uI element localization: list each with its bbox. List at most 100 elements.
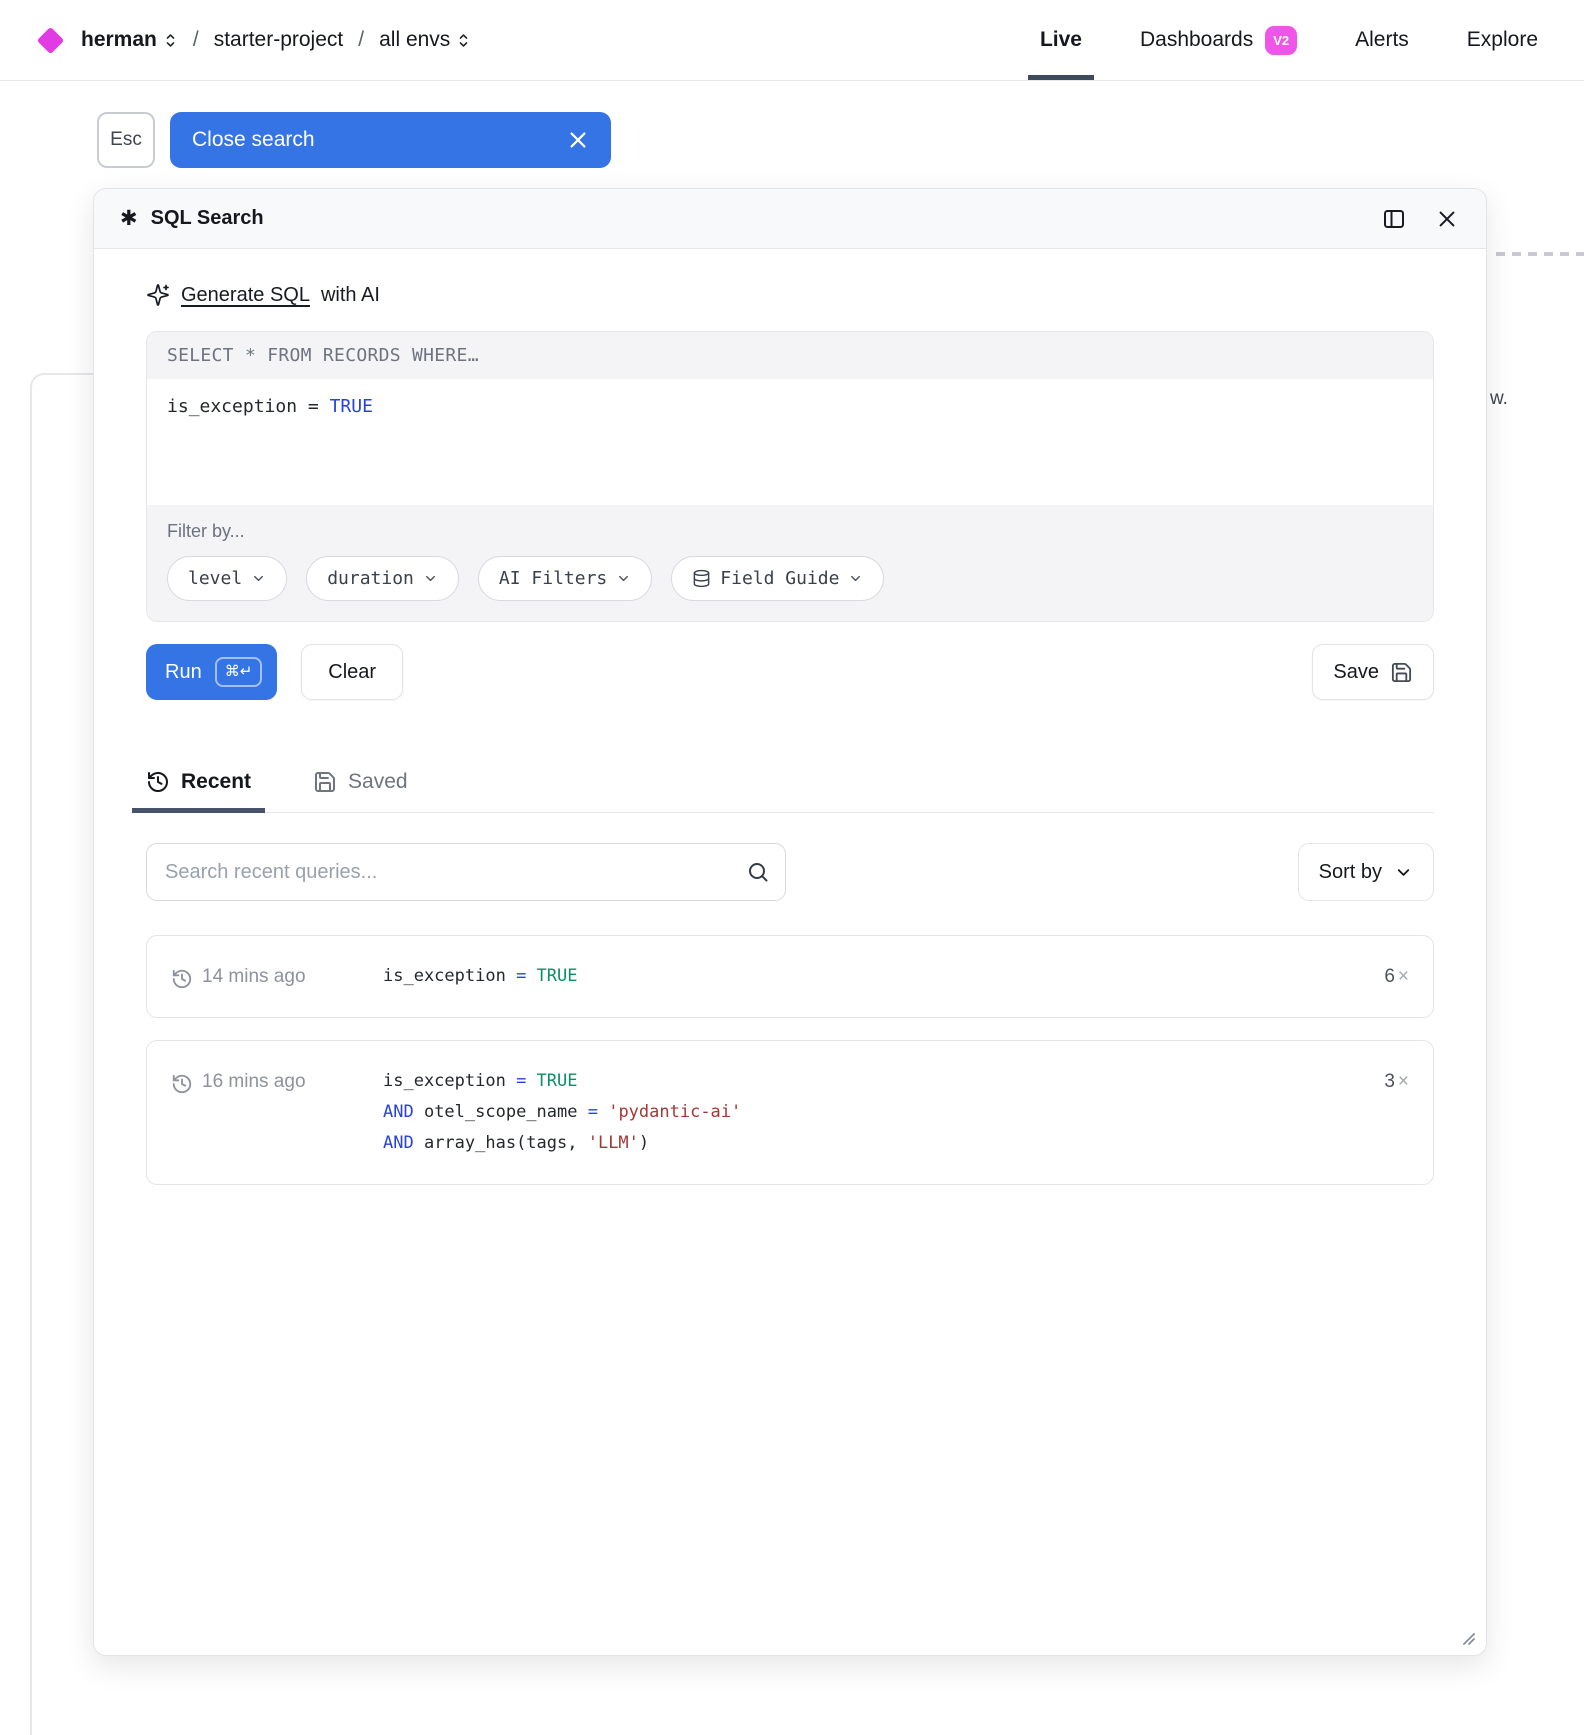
nav-item-explore[interactable]: Explore	[1467, 0, 1538, 80]
history-icon	[171, 1073, 193, 1095]
tab-label: Saved	[348, 770, 408, 794]
history-icon	[146, 770, 170, 794]
project-link[interactable]: starter-project	[214, 28, 344, 52]
filter-section: Filter by... level duration AI Filters	[147, 505, 1433, 621]
chevron-down-icon	[1394, 863, 1413, 882]
generate-sql-row: Generate SQL with AI	[146, 283, 1434, 307]
nav-item-alerts[interactable]: Alerts	[1355, 0, 1409, 80]
resize-handle[interactable]	[1458, 1628, 1476, 1646]
org-name: herman	[81, 28, 157, 52]
chevron-down-icon	[616, 571, 631, 586]
recent-query-list: 14 mins ago is_exception = TRUE 6× 16 mins …	[146, 935, 1434, 1185]
panel-left-icon	[1382, 207, 1406, 231]
project-name: starter-project	[214, 28, 344, 52]
pill-label: Field Guide	[720, 568, 839, 589]
filter-pills: level duration AI Filters Field Guide	[167, 556, 1413, 601]
close-icon	[567, 129, 589, 151]
modal-header: ✱ SQL Search	[94, 189, 1486, 249]
query-timestamp: 16 mins ago	[202, 1066, 306, 1097]
env-selector[interactable]: all envs	[379, 28, 471, 52]
modal-title: SQL Search	[151, 207, 264, 230]
nav-item-label: Dashboards	[1140, 28, 1253, 52]
clear-label: Clear	[328, 661, 376, 684]
close-modal-button[interactable]	[1434, 206, 1460, 232]
query-meta: 14 mins ago	[171, 961, 383, 992]
nav-item-label: Alerts	[1355, 28, 1409, 52]
save-icon	[1390, 661, 1413, 684]
sql-search-icon: ✱	[120, 208, 138, 229]
background-dashed-line	[1496, 252, 1584, 256]
query-sql: is_exception = TRUEAND otel_scope_name =…	[383, 1066, 741, 1159]
pill-label: duration	[327, 568, 414, 589]
sort-by-button[interactable]: Sort by	[1298, 843, 1434, 901]
times-glyph: ×	[1398, 1066, 1409, 1097]
recent-query-card[interactable]: 14 mins ago is_exception = TRUE 6×	[146, 935, 1434, 1018]
nav-item-label: Explore	[1467, 28, 1538, 52]
dock-panel-button[interactable]	[1380, 205, 1408, 233]
modal-body: Generate SQL with AI SELECT * FROM RECOR…	[94, 283, 1486, 1185]
save-icon	[313, 770, 337, 794]
generate-sql-link[interactable]: Generate SQL	[181, 284, 310, 307]
close-search-button[interactable]: Close search	[170, 112, 611, 168]
generate-sql-suffix: with AI	[321, 284, 380, 307]
chevron-down-icon	[423, 571, 438, 586]
top-navbar: herman / starter-project / all envs Live…	[0, 0, 1584, 81]
filter-pill-field-guide[interactable]: Field Guide	[671, 556, 884, 601]
chevron-up-down-icon	[163, 32, 178, 49]
sparkles-icon	[146, 283, 170, 307]
close-search-banner: Esc Close search	[97, 112, 611, 168]
query-run-count: 3×	[1384, 1066, 1409, 1097]
query-sql: is_exception = TRUE	[383, 961, 578, 992]
filter-pill-ai-filters[interactable]: AI Filters	[478, 556, 652, 601]
history-tabs: Recent Saved	[146, 770, 1434, 813]
search-recent-queries-input[interactable]	[146, 843, 786, 901]
primary-nav: Live Dashboards V2 Alerts Explore	[1040, 0, 1538, 80]
cmd-enter-shortcut: ⌘↵	[215, 657, 263, 687]
history-icon	[171, 964, 193, 990]
recent-query-card[interactable]: 16 mins ago is_exception = TRUEAND otel_s…	[146, 1040, 1434, 1185]
query-run-count-number: 3	[1384, 1066, 1395, 1097]
close-icon	[1436, 208, 1458, 230]
save-label: Save	[1333, 661, 1379, 684]
tab-saved[interactable]: Saved	[313, 770, 408, 812]
sql-search-modal: ✱ SQL Search Generate SQL with AI SELECT…	[93, 188, 1487, 1656]
breadcrumb-separator: /	[358, 28, 364, 52]
run-button[interactable]: Run ⌘↵	[146, 644, 277, 700]
query-run-count: 6×	[1384, 961, 1409, 992]
query-meta: 16 mins ago	[171, 1066, 383, 1097]
times-glyph: ×	[1398, 961, 1409, 992]
env-name: all envs	[379, 28, 450, 52]
chevron-up-down-icon	[456, 32, 471, 49]
breadcrumb: herman / starter-project / all envs	[36, 28, 471, 52]
nav-item-label: Live	[1040, 28, 1082, 52]
pill-label: AI Filters	[499, 568, 607, 589]
chevron-down-icon	[251, 571, 266, 586]
sql-editor-input[interactable]: is_exception = TRUE	[147, 379, 1433, 505]
tab-label: Recent	[181, 770, 251, 794]
logfire-logo[interactable]	[37, 26, 64, 53]
v2-badge: V2	[1265, 26, 1297, 55]
filter-pill-level[interactable]: level	[167, 556, 287, 601]
filter-by-label: Filter by...	[167, 521, 1413, 542]
database-icon	[692, 569, 711, 588]
history-icon	[171, 968, 193, 990]
run-label: Run	[165, 661, 202, 684]
clear-button[interactable]: Clear	[301, 644, 403, 700]
sort-by-label: Sort by	[1319, 861, 1382, 884]
search-icon	[746, 860, 770, 884]
sql-editor-placeholder: SELECT * FROM RECORDS WHERE…	[147, 332, 1433, 379]
org-selector[interactable]: herman	[81, 28, 178, 52]
pill-label: level	[188, 568, 242, 589]
tab-recent[interactable]: Recent	[146, 770, 251, 812]
save-button[interactable]: Save	[1312, 644, 1434, 700]
nav-item-live[interactable]: Live	[1040, 0, 1082, 80]
nav-item-dashboards[interactable]: Dashboards V2	[1140, 0, 1297, 80]
close-search-label: Close search	[192, 128, 315, 152]
recent-list-controls: Sort by	[146, 843, 1434, 901]
esc-key[interactable]: Esc	[97, 112, 155, 168]
chevron-down-icon	[848, 571, 863, 586]
history-icon	[171, 1069, 193, 1095]
filter-pill-duration[interactable]: duration	[306, 556, 459, 601]
background-partial-text: w.	[1490, 388, 1508, 410]
query-timestamp: 14 mins ago	[202, 961, 306, 992]
